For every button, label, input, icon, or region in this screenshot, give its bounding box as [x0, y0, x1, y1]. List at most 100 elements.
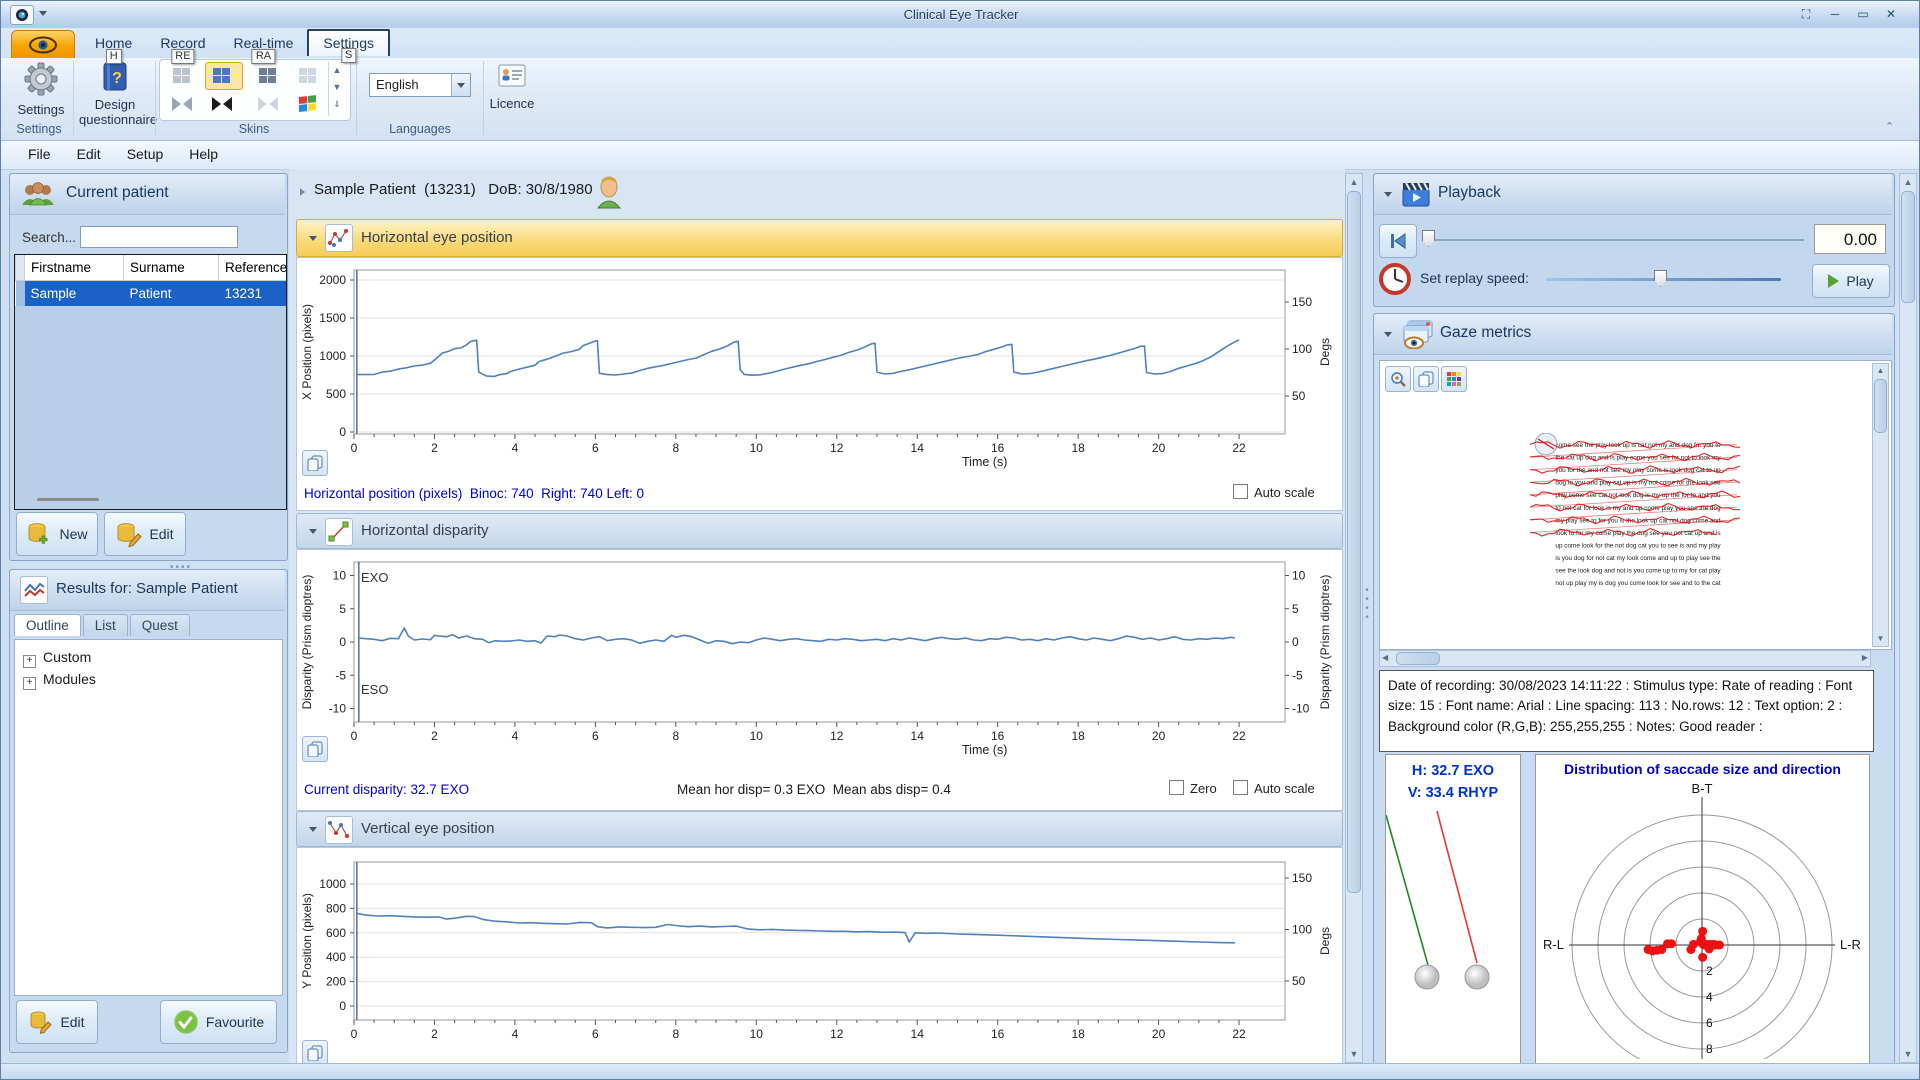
- collapse-icon[interactable]: [1384, 332, 1392, 337]
- skin-thumbnail-icon[interactable]: [212, 95, 232, 113]
- play-button[interactable]: Play: [1812, 264, 1890, 298]
- tab-settings[interactable]: SettingsS: [307, 29, 390, 56]
- skin-thumbnail-icon[interactable]: [172, 95, 192, 113]
- tab-home[interactable]: HomeH: [81, 29, 146, 57]
- edit-patient-button[interactable]: Edit: [104, 512, 186, 556]
- column-header-reference[interactable]: Reference: [219, 255, 288, 281]
- svg-text:4: 4: [512, 1027, 519, 1041]
- table-row[interactable]: SamplePatient13231: [16, 281, 288, 307]
- svg-text:600: 600: [326, 926, 346, 940]
- column-header-firstname[interactable]: Firstname: [25, 255, 124, 281]
- language-dropdown-arrow-icon[interactable]: [451, 74, 470, 96]
- quick-access-arrow-icon[interactable]: [39, 11, 47, 16]
- horizontal-eye-position-header[interactable]: Horizontal eye position: [296, 219, 1343, 257]
- preview-h-scrollbar[interactable]: ◀ ▶: [1379, 650, 1871, 667]
- timeline-slider-thumb[interactable]: [1422, 230, 1435, 247]
- svg-text:0: 0: [351, 729, 358, 743]
- expand-icon[interactable]: +: [23, 677, 36, 690]
- skin-thumbnail-icon[interactable]: [172, 67, 192, 85]
- preview-v-scrollbar[interactable]: ▲ ▼: [1872, 363, 1889, 647]
- svg-text:6: 6: [592, 1027, 599, 1041]
- vertical-eye-position-header[interactable]: Vertical eye position: [296, 811, 1343, 847]
- zero-checkbox[interactable]: Zero: [1169, 780, 1217, 798]
- main-scrollbar[interactable]: ▲ ▼: [1345, 173, 1363, 1063]
- skins-scroll[interactable]: ▲▼⇓: [328, 62, 345, 116]
- menu-file[interactable]: File: [15, 141, 64, 168]
- menu-setup[interactable]: Setup: [114, 141, 177, 168]
- collapse-icon[interactable]: [309, 236, 317, 241]
- language-select[interactable]: English: [369, 73, 471, 97]
- design-questionnaire-button[interactable]: ? Design questionnaire: [79, 61, 151, 128]
- results-tab-list[interactable]: List: [83, 614, 128, 636]
- heatmap-palette-icon[interactable]: [1441, 366, 1467, 392]
- menu-help[interactable]: Help: [176, 141, 231, 168]
- skin-thumbnail-icon[interactable]: [298, 67, 318, 85]
- current-patient-title: Current patient: [66, 184, 169, 202]
- svg-text:6: 6: [592, 441, 599, 455]
- fit-screen-icon[interactable]: ⛶: [1794, 5, 1818, 23]
- timeline-track[interactable]: [1424, 239, 1804, 241]
- copy-chart-icon[interactable]: [302, 736, 328, 762]
- scatter-chart-icon: [325, 816, 353, 844]
- zoom-icon[interactable]: [1385, 366, 1411, 392]
- svg-text:100: 100: [1292, 923, 1312, 937]
- svg-text:ESO: ESO: [361, 682, 388, 697]
- column-header-surname[interactable]: Surname: [124, 255, 219, 281]
- svg-text:22: 22: [1232, 729, 1246, 743]
- mean-disparity-status: Mean hor disp= 0.3 EXO Mean abs disp= 0.…: [677, 782, 951, 797]
- licence-button[interactable]: Licence: [489, 61, 535, 111]
- results-tab-quest[interactable]: Quest: [130, 614, 190, 636]
- skip-to-start-button[interactable]: [1379, 224, 1417, 258]
- results-tab-outline[interactable]: Outline: [14, 614, 81, 636]
- search-input[interactable]: [80, 226, 238, 248]
- svg-text:50: 50: [1292, 974, 1306, 988]
- skin-thumbnail-icon[interactable]: [258, 95, 278, 113]
- settings-button[interactable]: Settings: [15, 61, 67, 117]
- right-scrollbar[interactable]: ▲ ▼: [1899, 173, 1917, 1063]
- svg-text:Disparity (Prism dioptres): Disparity (Prism dioptres): [1318, 575, 1332, 710]
- tab-real-time[interactable]: Real-timeRA: [220, 29, 308, 57]
- table-h-scrollbar[interactable]: [37, 498, 99, 501]
- collapse-icon[interactable]: [1384, 192, 1392, 197]
- edit-button-label: Edit: [149, 526, 173, 542]
- status-bar: [1, 1063, 1920, 1080]
- new-patient-button[interactable]: New: [16, 512, 98, 556]
- application-menu-button[interactable]: [11, 30, 75, 59]
- v-vergence-value: V: 33.4 RHYP: [1386, 785, 1520, 801]
- svg-text:8: 8: [672, 1027, 679, 1041]
- vertical-splitter[interactable]: ••••: [1363, 586, 1371, 636]
- minimize-icon[interactable]: ─: [1823, 5, 1847, 23]
- results-panel: Results for: Sample Patient OutlineListQ…: [9, 569, 288, 1053]
- favourite-button[interactable]: Favourite: [160, 1000, 277, 1044]
- autoscale-checkbox-1[interactable]: Auto scale: [1233, 484, 1315, 502]
- horizontal-disparity-header[interactable]: Horizontal disparity: [296, 513, 1343, 549]
- collapse-ribbon-icon[interactable]: ⌃: [1885, 120, 1894, 133]
- copy-chart-icon[interactable]: [302, 450, 328, 476]
- svg-text:not up play my is dog you come: not up play my is dog you come look for …: [1555, 580, 1720, 587]
- collapse-icon[interactable]: [309, 827, 317, 832]
- skin-thumbnail-icon[interactable]: [212, 67, 232, 85]
- horizontal-disparity-svg: -10-50510-10-505100246810121416182022Tim…: [297, 550, 1340, 764]
- patient-header-expander-icon[interactable]: [300, 188, 305, 196]
- playback-panel: Playback 0.00 Set replay speed: Play: [1373, 173, 1895, 307]
- skin-thumbnail-icon[interactable]: [258, 67, 278, 85]
- copy-chart-icon[interactable]: [302, 1040, 328, 1065]
- group-divider: [155, 61, 156, 135]
- tab-record[interactable]: RecordRE: [146, 29, 219, 57]
- tree-item-modules[interactable]: +Modules: [23, 671, 278, 690]
- close-icon[interactable]: ✕: [1879, 5, 1903, 23]
- windows-skin-icon[interactable]: [298, 94, 318, 114]
- menu-edit[interactable]: Edit: [64, 141, 114, 168]
- questionnaire-book-icon: ?: [100, 61, 130, 93]
- collapse-icon[interactable]: [309, 529, 317, 534]
- svg-text:8: 8: [672, 729, 679, 743]
- app-icon[interactable]: [10, 5, 34, 25]
- maximize-icon[interactable]: ▭: [1851, 5, 1875, 23]
- expand-icon[interactable]: +: [23, 655, 36, 668]
- horizontal-eye-svg: 0500100015002000501001500246810121416182…: [297, 258, 1340, 482]
- results-edit-button[interactable]: Edit: [16, 1000, 98, 1044]
- copy-icon[interactable]: [1413, 366, 1439, 392]
- tree-item-custom[interactable]: +Custom: [23, 649, 278, 668]
- speed-slider-thumb[interactable]: [1654, 270, 1667, 287]
- autoscale-checkbox-2[interactable]: Auto scale: [1233, 780, 1315, 798]
